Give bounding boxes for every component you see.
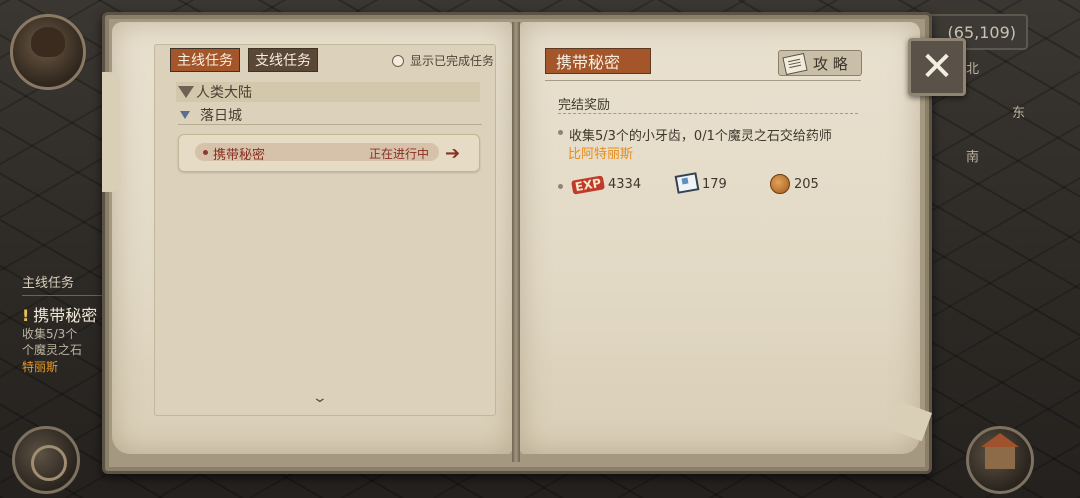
quest-tracker-title: 主线任务 [22, 272, 112, 296]
close-button[interactable]: ✕ [908, 38, 966, 96]
reward-exp-value: 4334 [608, 177, 642, 192]
bullet-icon [558, 130, 563, 135]
city-header[interactable]: 落日城 [178, 106, 482, 125]
close-icon: ✕ [920, 44, 954, 90]
dashed-divider [558, 113, 858, 114]
compass-south-label: 南 [966, 150, 980, 165]
quest-tracker-name: ! 携带秘密 [22, 306, 98, 325]
exp-icon: EXP [570, 172, 606, 198]
tab-main-quests[interactable]: 主线任务 [170, 48, 240, 72]
tab-side-quests[interactable]: 支线任务 [248, 48, 318, 72]
guide-label: 攻 略 [813, 54, 848, 73]
reward-item-value: 179 [702, 177, 727, 192]
compass-north-label: 北 [966, 62, 980, 77]
home-button[interactable] [966, 426, 1034, 494]
quest-tracker[interactable]: 主线任务 ! 携带秘密 收集5/3个 个魔灵之石 特丽斯 [22, 272, 112, 374]
quest-tracker-npc: 特丽斯 [22, 360, 59, 374]
chevron-down-icon[interactable]: ⌄ [312, 390, 328, 406]
tools-button[interactable] [12, 426, 80, 494]
quest-detail-title: 携带秘密 [545, 48, 651, 74]
exp-badge: EXP [571, 175, 606, 195]
torn-edge [102, 72, 120, 192]
quest-tracker-line: 收集5/3个 [22, 327, 78, 341]
right-page [520, 22, 920, 454]
bullet-icon [203, 150, 208, 155]
quest-npc-link[interactable]: 比阿特丽斯 [568, 143, 633, 162]
region-label: 人类大陆 [196, 85, 252, 101]
guide-button[interactable]: 攻 略 [778, 50, 862, 76]
house-icon [981, 433, 1019, 469]
coin-icon [770, 174, 790, 194]
radio-button[interactable] [392, 54, 404, 67]
compass-east-label: 东 [1012, 106, 1026, 121]
quest-item-status: 正在进行中 [369, 147, 430, 161]
show-completed-label: 显示已完成任务 [410, 54, 495, 68]
quest-list-item[interactable]: 携带秘密 正在进行中 ➔ [178, 134, 480, 172]
exclamation-icon: ! [22, 306, 30, 325]
divider [545, 80, 861, 81]
skill-book-icon [674, 172, 698, 194]
scroll-icon [781, 52, 807, 74]
reward-section-label: 完结奖励 [558, 98, 611, 113]
show-completed-toggle[interactable]: 显示已完成任务 [392, 52, 494, 69]
region-header[interactable]: 人类大陆 [176, 82, 480, 102]
bullet-icon [558, 184, 563, 189]
collapse-triangle-icon [178, 86, 194, 98]
reward-coin-value: 205 [794, 177, 819, 192]
quest-description: 收集5/3个的小牙齿，0/1个魔灵之石交给药师 [569, 129, 832, 144]
quest-journal: 主线任务 支线任务 显示已完成任务 人类大陆 落日城 携带秘密 正在进行中 ➔ … [102, 12, 966, 474]
quest-item-name: 携带秘密 [213, 148, 266, 163]
city-label: 落日城 [200, 108, 242, 124]
collapse-triangle-icon [180, 111, 190, 119]
tool-icon [31, 445, 67, 481]
book-spine [512, 22, 520, 462]
player-avatar[interactable] [10, 14, 86, 90]
arrow-right-icon[interactable]: ➔ [445, 143, 460, 164]
quest-tracker-line: 个魔灵之石 [22, 343, 83, 357]
